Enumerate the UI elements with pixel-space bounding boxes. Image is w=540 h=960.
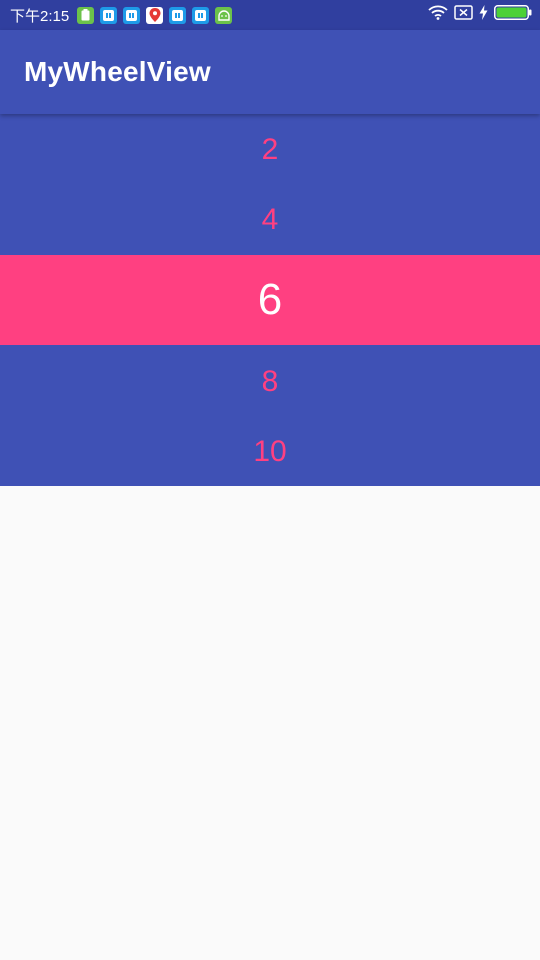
wheel-item[interactable]: 2 bbox=[0, 130, 540, 170]
status-time: 下午2:15 bbox=[10, 7, 70, 25]
no-sim-icon bbox=[454, 5, 473, 25]
battery-app-icon bbox=[77, 6, 95, 24]
app-icon bbox=[123, 6, 141, 24]
app-title: MyWheelView bbox=[24, 56, 211, 87]
app-icon bbox=[169, 6, 187, 24]
wheel-item[interactable]: 4 bbox=[0, 200, 540, 240]
wifi-icon bbox=[428, 5, 448, 25]
app-icon bbox=[100, 6, 118, 24]
status-right bbox=[428, 5, 532, 25]
wheel-picker[interactable]: 2 4 6 8 10 bbox=[0, 114, 540, 486]
wheel-item[interactable]: 10 bbox=[0, 432, 540, 472]
content-area bbox=[0, 486, 540, 960]
maps-icon bbox=[146, 6, 164, 24]
charging-icon bbox=[479, 5, 488, 25]
wheel-item[interactable]: 8 bbox=[0, 362, 540, 402]
app-icon bbox=[192, 6, 210, 24]
android-icon bbox=[215, 6, 233, 24]
status-bar: 下午2:15 bbox=[0, 0, 540, 30]
battery-icon bbox=[494, 5, 532, 25]
wheel-selected-item[interactable]: 6 bbox=[0, 255, 540, 345]
notification-icons bbox=[77, 6, 233, 24]
app-bar: MyWheelView bbox=[0, 30, 540, 114]
